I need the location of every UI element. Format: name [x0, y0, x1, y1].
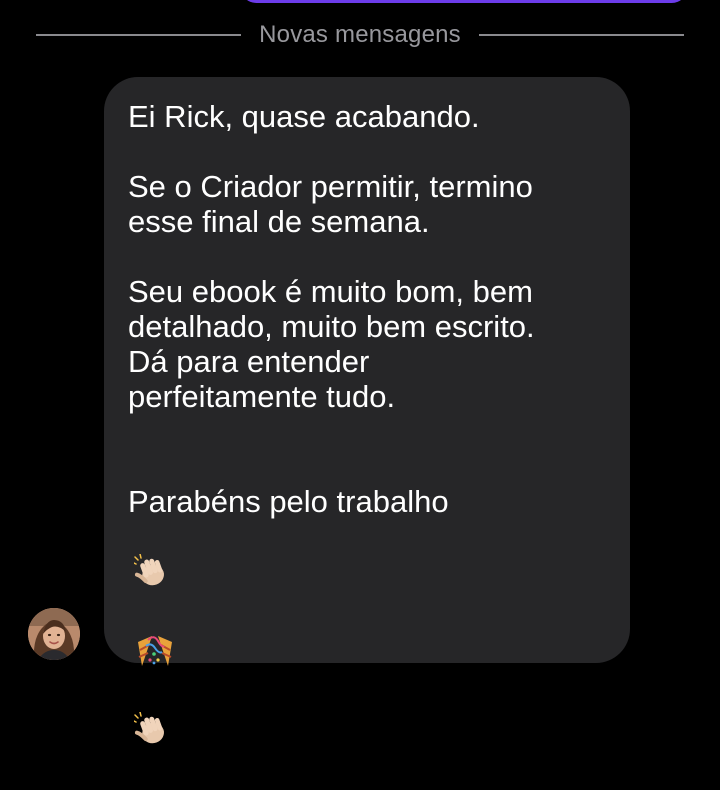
message-paragraph: Seu ebook é muito bom, bem detalhado, mu…: [128, 274, 535, 414]
divider-line-left: [36, 34, 242, 36]
divider-line-right: [478, 34, 684, 36]
previous-sent-message-bubble[interactable]: [240, 0, 688, 3]
clapping-hands-icon: [133, 677, 610, 755]
received-message-bubble[interactable]: Ei Rick, quase acabando. Se o Criador pe…: [104, 77, 630, 744]
message-closing-text: Parabéns pelo trabalho: [128, 484, 449, 519]
new-messages-divider: Novas mensagens: [36, 18, 684, 52]
party-popper-icon: [134, 597, 174, 675]
new-messages-label: Novas mensagens: [259, 21, 461, 48]
sender-avatar[interactable]: [28, 608, 80, 660]
message-closing-line: Parabéns pelo trabalho: [128, 449, 610, 790]
message-paragraph: Ei Rick, quase acabando.: [128, 99, 480, 134]
message-paragraph: Se o Criador permitir, termino esse fina…: [128, 169, 533, 239]
clapping-hands-icon: [133, 519, 172, 597]
